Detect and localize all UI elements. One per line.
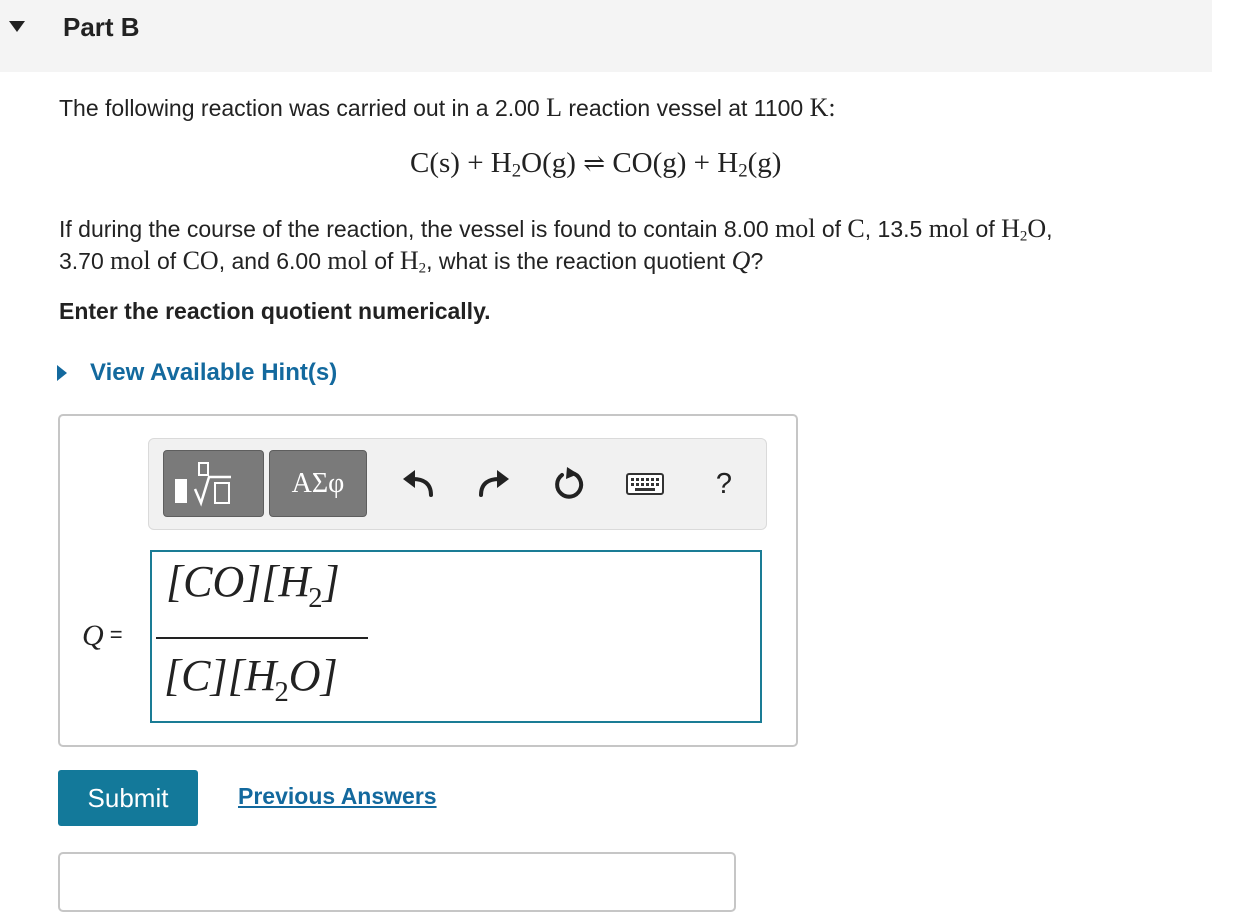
keyboard-icon bbox=[626, 473, 664, 495]
equilibrium-arrow-icon: ⇌ bbox=[583, 149, 606, 178]
reset-icon bbox=[555, 467, 584, 499]
feedback-box bbox=[58, 852, 736, 912]
templates-icon bbox=[174, 461, 231, 507]
reset-button[interactable] bbox=[551, 466, 587, 502]
view-hints-link[interactable]: View Available Hint(s) bbox=[90, 359, 337, 387]
redo-icon bbox=[479, 470, 509, 497]
question-line-1: The following reaction was carried out i… bbox=[59, 93, 836, 122]
part-title: Part B bbox=[63, 12, 140, 42]
q-label: Q = bbox=[82, 619, 123, 652]
instruction-text: Enter the reaction quotient numerically. bbox=[59, 298, 491, 324]
help-button[interactable]: ? bbox=[706, 466, 742, 502]
submit-button[interactable]: Submit bbox=[58, 770, 198, 826]
question-line-3: 3.70 mol of CO, and 6.00 mol of H2, what… bbox=[59, 246, 764, 277]
symbols-button[interactable]: ΑΣφ bbox=[269, 450, 367, 517]
previous-answers-link[interactable]: Previous Answers bbox=[238, 783, 437, 810]
fraction-numerator: [CO][H2] bbox=[166, 557, 340, 615]
keyboard-button[interactable] bbox=[625, 466, 665, 502]
fraction-denominator: [C][H2O] bbox=[164, 651, 338, 709]
view-hints-toggle[interactable]: View Available Hint(s) bbox=[57, 358, 337, 388]
expand-triangle-icon bbox=[57, 365, 67, 381]
part-header bbox=[0, 0, 1212, 72]
templates-button[interactable] bbox=[163, 450, 264, 517]
undo-icon bbox=[403, 470, 433, 497]
collapse-triangle-icon[interactable] bbox=[9, 21, 25, 32]
fraction-bar bbox=[156, 637, 368, 639]
reaction-equation: C(s) + H2O(g) ⇌ CO(g) + H2(g) bbox=[410, 147, 782, 182]
redo-button[interactable] bbox=[476, 466, 512, 502]
question-line-2: If during the course of the reaction, th… bbox=[59, 214, 1053, 245]
undo-button[interactable] bbox=[400, 466, 436, 502]
